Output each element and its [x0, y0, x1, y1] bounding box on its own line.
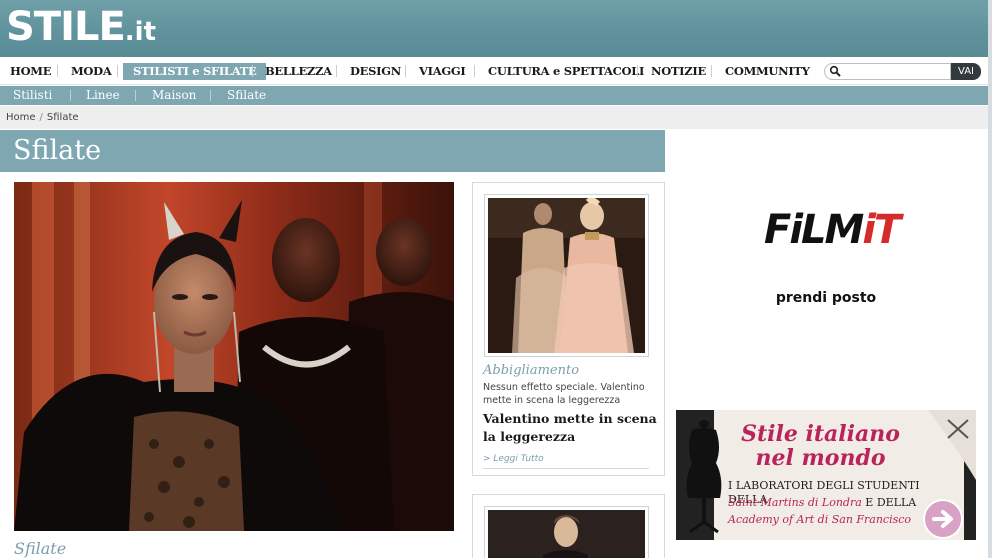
- article-headline-link[interactable]: Valentino mette in scena la leggerezza: [483, 410, 658, 446]
- breadcrumb-separator: /: [39, 112, 43, 123]
- nav-separator: [405, 65, 406, 77]
- ad-line-2: Saint Martins di Londra E DELLA: [728, 496, 917, 509]
- film-it-logo: FiLMiT: [764, 207, 901, 253]
- nav-item-cultura-e-spettacoli[interactable]: CULTURA e SPETTACOLI: [488, 63, 644, 79]
- site-logo[interactable]: STILE.it: [6, 4, 156, 55]
- article-thumbnail-image: [488, 198, 645, 353]
- film-it-ad[interactable]: FiLMiT prendi posto: [676, 200, 976, 320]
- sub-nav: Stilisti Linee Maison Sfilate: [0, 86, 988, 105]
- nav-item-stilisti-e-sfilate[interactable]: STILISTI e SFILATE: [123, 63, 267, 80]
- nav-separator: [57, 65, 58, 77]
- nav-item-moda[interactable]: MODA: [71, 63, 112, 79]
- subnav-separator: [135, 90, 136, 101]
- breadcrumb-home-link[interactable]: Home: [6, 112, 36, 123]
- subnav-item-stilisti[interactable]: Stilisti: [13, 87, 52, 104]
- page-title-bar: Sfilate: [0, 130, 665, 172]
- search-input[interactable]: [843, 65, 947, 78]
- search-box: [824, 63, 951, 80]
- feature-caption-link[interactable]: Sfilate: [14, 540, 66, 558]
- nav-item-viaggi[interactable]: VIAGGI: [419, 63, 466, 79]
- arrow-right-icon: [932, 510, 953, 528]
- search-icon: [829, 65, 841, 77]
- nav-separator: [336, 65, 337, 77]
- article-thumbnail[interactable]: [484, 506, 649, 558]
- page-title: Sfilate: [13, 135, 102, 166]
- dress-form-icon: [686, 420, 722, 534]
- read-more-link[interactable]: > Leggi Tutto: [483, 453, 649, 469]
- nav-item-home[interactable]: HOME: [10, 63, 51, 79]
- ad-line-3: Academy of Art di San Francisco: [728, 513, 912, 526]
- nav-separator: [117, 65, 118, 77]
- nav-item-bellezza[interactable]: BELLEZZA: [265, 63, 332, 79]
- article-card: [472, 494, 665, 558]
- film-it-tagline: prendi posto: [775, 290, 877, 306]
- nav-item-community[interactable]: COMMUNITY: [725, 63, 810, 79]
- nav-separator: [637, 65, 638, 77]
- site-header: STILE.it: [0, 0, 988, 57]
- article-description: Nessun effetto speciale. Valentino mette…: [483, 382, 645, 406]
- article-category[interactable]: Abbigliamento: [483, 363, 579, 379]
- breadcrumb-current: Sfilate: [46, 112, 79, 123]
- nav-separator: [474, 65, 475, 77]
- nav-item-notizie[interactable]: NOTIZIE: [651, 63, 706, 79]
- feature-photo[interactable]: [14, 182, 454, 531]
- ad-title: Stile italiano nel mondo: [741, 421, 900, 471]
- nav-separator: [711, 65, 712, 77]
- nav-separator: [252, 65, 253, 77]
- scrollbar-edge: [988, 0, 992, 558]
- nav-item-design[interactable]: DESIGN: [350, 63, 401, 79]
- ad-arrow-button[interactable]: [923, 499, 963, 539]
- page-curl-icon: [928, 410, 976, 480]
- subnav-item-maison[interactable]: Maison: [152, 87, 196, 104]
- stile-italiano-ad[interactable]: Stile italiano nel mondo I LABORATORI DE…: [676, 410, 976, 540]
- subnav-item-sfilate[interactable]: Sfilate: [227, 87, 266, 104]
- article-card: Abbigliamento Nessun effetto speciale. V…: [472, 182, 665, 476]
- subnav-separator: [70, 90, 71, 101]
- breadcrumb: Home / Sfilate: [0, 106, 988, 129]
- article-thumbnail-image: [488, 510, 645, 558]
- feature-photo-image: [14, 182, 454, 531]
- subnav-separator: [210, 90, 211, 101]
- search-submit-button[interactable]: VAI: [951, 63, 981, 80]
- subnav-item-linee[interactable]: Linee: [86, 87, 120, 104]
- article-thumbnail[interactable]: [484, 194, 649, 357]
